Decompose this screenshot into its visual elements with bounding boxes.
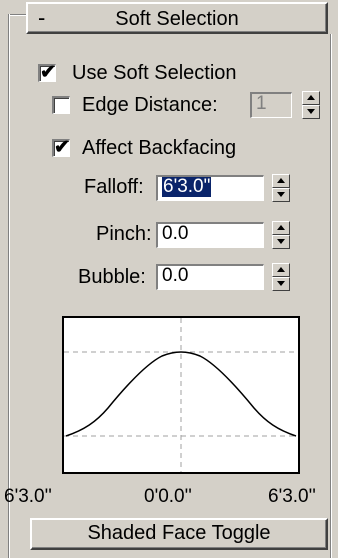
spin-down-button[interactable] — [302, 105, 320, 119]
arrow-down-icon — [307, 109, 315, 114]
checkmark-icon: ✔ — [54, 137, 70, 158]
affect-backfacing-label: Affect Backfacing — [82, 137, 237, 159]
falloff-input[interactable]: 6'3.0" — [156, 175, 264, 201]
pinch-spinner[interactable] — [272, 221, 290, 249]
spin-up-button[interactable] — [272, 263, 290, 277]
spin-up-button[interactable] — [272, 221, 290, 235]
group-frame-left — [8, 14, 9, 558]
falloff-spinner[interactable] — [272, 174, 290, 202]
tick-label-right: 6'3.0'' — [268, 486, 316, 507]
arrow-up-icon — [277, 178, 285, 183]
pinch-label: Pinch: — [96, 223, 152, 245]
arrow-down-icon — [277, 192, 285, 197]
affect-backfacing-checkbox[interactable]: ✔ — [52, 137, 70, 158]
use-soft-selection-checkbox[interactable]: ✔ — [38, 62, 56, 83]
edge-distance-input[interactable]: 1 — [250, 92, 292, 118]
edge-distance-checkbox[interactable] — [52, 96, 70, 114]
arrow-up-icon — [307, 95, 315, 100]
edge-distance-label: Edge Distance: — [82, 94, 218, 116]
falloff-curve-svg — [64, 318, 298, 472]
bubble-label: Bubble: — [78, 266, 146, 288]
spin-up-button[interactable] — [302, 91, 320, 105]
spin-down-button[interactable] — [272, 277, 290, 291]
rollout-header-soft-selection[interactable]: - Soft Selection — [26, 2, 328, 34]
spin-down-button[interactable] — [272, 235, 290, 249]
arrow-down-icon — [277, 281, 285, 286]
bubble-input[interactable]: 0.0 — [156, 264, 264, 290]
tick-label-center: 0'0.0'' — [144, 486, 192, 507]
pinch-input[interactable]: 0.0 — [156, 222, 264, 248]
falloff-value: 6'3.0" — [162, 176, 212, 197]
spin-up-button[interactable] — [272, 174, 290, 188]
spin-down-button[interactable] — [272, 188, 290, 202]
bubble-spinner[interactable] — [272, 263, 290, 291]
group-frame-right — [330, 34, 331, 558]
tick-label-left: 6'3.0'' — [4, 486, 52, 507]
group-frame-top — [8, 14, 26, 15]
arrow-up-icon — [277, 267, 285, 272]
arrow-up-icon — [277, 225, 285, 230]
rollout-title: Soft Selection — [115, 8, 239, 30]
arrow-down-icon — [277, 239, 285, 244]
edge-distance-spinner[interactable] — [302, 91, 320, 119]
shaded-face-toggle-button[interactable]: Shaded Face Toggle — [30, 518, 328, 550]
use-soft-selection-label: Use Soft Selection — [72, 62, 237, 84]
checkmark-icon: ✔ — [40, 62, 56, 83]
falloff-label: Falloff: — [84, 176, 144, 198]
falloff-curve-graph — [62, 316, 300, 474]
